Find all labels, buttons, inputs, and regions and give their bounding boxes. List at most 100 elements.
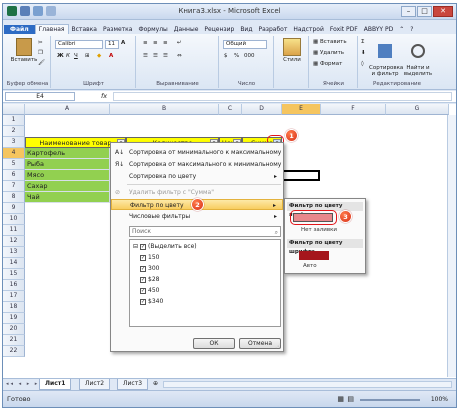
sort-descending-item[interactable]: Я↓ Сортировка от максимального к минималь…	[111, 159, 283, 170]
filter-search-input[interactable]: Поиск ⌕	[129, 226, 281, 237]
cut-icon[interactable]: ✂	[38, 40, 43, 46]
tab-home[interactable]: Главная	[34, 24, 69, 34]
name-box[interactable]: E4	[5, 92, 75, 101]
merge-cells-icon[interactable]: ⇔	[177, 53, 182, 59]
sort-by-color-item[interactable]: Сортировка по цвету ▸	[111, 171, 283, 182]
minimize-button[interactable]: –	[401, 6, 416, 17]
wrap-text-icon[interactable]: ↵	[177, 40, 182, 46]
product-cell[interactable]: Мясо	[25, 170, 110, 181]
borders-icon[interactable]: ⊞	[85, 53, 90, 59]
align-left-icon[interactable]: ☰	[143, 53, 148, 59]
underline-icon[interactable]: Ч	[74, 53, 78, 59]
format-cells-button[interactable]: ▦ Формат	[313, 61, 342, 67]
clear-icon[interactable]: ◊	[361, 61, 364, 67]
find-select-button[interactable]: Найти и выделить	[403, 38, 433, 77]
format-painter-icon[interactable]: 🖌	[38, 60, 45, 66]
tab-review[interactable]: Рецензир	[201, 25, 237, 34]
zoom-slider[interactable]	[360, 399, 420, 401]
filter-select-all[interactable]: ⊟ ✓ (Выделить все)	[133, 243, 197, 250]
row-header[interactable]: 20	[3, 324, 25, 335]
tab-addins[interactable]: Надстрой	[290, 25, 327, 34]
vertical-scrollbar[interactable]	[447, 115, 456, 377]
sort-filter-button[interactable]: Сортировка и фильтр	[369, 38, 403, 77]
view-page-layout-icon[interactable]: ▤	[347, 395, 354, 403]
tab-data[interactable]: Данные	[171, 25, 202, 34]
tab-insert[interactable]: Вставка	[69, 25, 100, 34]
row-header[interactable]: 11	[3, 225, 25, 236]
column-header[interactable]: D	[242, 104, 282, 115]
column-header[interactable]: A	[25, 104, 110, 115]
column-header[interactable]: B	[110, 104, 219, 115]
checkbox[interactable]: ✓	[140, 287, 146, 294]
row-header[interactable]: 13	[3, 247, 25, 258]
row-header[interactable]: 15	[3, 269, 25, 280]
font-name-combo[interactable]: Calibri	[55, 40, 103, 49]
fill-icon[interactable]: ⬇	[361, 50, 366, 56]
help-icon[interactable]: ?	[407, 25, 416, 34]
column-header[interactable]: G	[386, 104, 449, 115]
column-header[interactable]: F	[321, 104, 386, 115]
tab-file[interactable]: Файл	[4, 25, 35, 34]
sort-ascending-item[interactable]: A↓ Сортировка от минимального к максималь…	[111, 147, 283, 158]
no-fill-option[interactable]: Нет заливки	[301, 227, 337, 233]
ok-button[interactable]: ОК	[193, 338, 235, 349]
align-right-icon[interactable]: ☰	[163, 53, 168, 59]
row-header[interactable]: 7	[3, 181, 25, 192]
percent-icon[interactable]: %	[234, 53, 239, 59]
close-button[interactable]: ✕	[433, 6, 453, 17]
row-header[interactable]: 18	[3, 302, 25, 313]
filter-value-item[interactable]: ✓ 300	[140, 265, 159, 272]
currency-icon[interactable]: $	[224, 53, 228, 59]
product-cell[interactable]: Сахар	[25, 181, 110, 192]
row-header[interactable]: 9	[3, 203, 25, 214]
row-header[interactable]: 8	[3, 192, 25, 203]
sheet-tab-2[interactable]: Лист2	[79, 379, 111, 390]
grow-font-icon[interactable]: A	[121, 40, 125, 46]
view-normal-icon[interactable]: ▦	[337, 395, 344, 403]
row-header[interactable]: 5	[3, 159, 25, 170]
row-header[interactable]: 16	[3, 280, 25, 291]
formula-input[interactable]	[113, 92, 452, 101]
insert-cells-button[interactable]: ▦ Вставить	[313, 39, 347, 45]
paste-button[interactable]: Вставить	[9, 38, 39, 63]
checkbox[interactable]: ✓	[140, 265, 146, 272]
resize-grip-icon[interactable]: ⋰	[275, 343, 281, 350]
align-middle-icon[interactable]: ≡	[153, 40, 158, 46]
align-center-icon[interactable]: ☰	[153, 53, 158, 59]
checkbox[interactable]: ✓	[140, 276, 146, 283]
row-header[interactable]: 10	[3, 214, 25, 225]
tab-page-layout[interactable]: Разметка	[100, 25, 136, 34]
select-all-corner[interactable]	[3, 104, 25, 115]
checkbox[interactable]: ✓	[140, 243, 147, 250]
autosum-icon[interactable]: Σ	[361, 39, 364, 45]
product-cell[interactable]: Картофель	[25, 148, 110, 159]
row-header[interactable]: 2	[3, 126, 25, 137]
font-color-swatch[interactable]	[299, 251, 329, 260]
copy-icon[interactable]: ❐	[38, 50, 43, 56]
row-header[interactable]: 21	[3, 335, 25, 346]
bold-icon[interactable]: Ж	[57, 53, 64, 59]
font-size-combo[interactable]: 11	[105, 40, 119, 49]
tab-formulas[interactable]: Формулы	[135, 25, 170, 34]
align-bottom-icon[interactable]: ≡	[163, 40, 168, 46]
filter-value-item[interactable]: ✓ 150	[140, 254, 159, 261]
product-cell[interactable]: Рыба	[25, 159, 110, 170]
row-header[interactable]: 17	[3, 291, 25, 302]
italic-icon[interactable]: К	[66, 53, 70, 59]
new-sheet-icon[interactable]: ⊕	[153, 380, 158, 387]
column-header[interactable]: C	[219, 104, 242, 115]
row-header[interactable]: 6	[3, 170, 25, 181]
fill-color-icon[interactable]: ◆	[97, 53, 101, 59]
font-color-icon[interactable]: A	[109, 53, 113, 59]
horizontal-scrollbar[interactable]	[163, 381, 452, 388]
product-cell[interactable]: Чай	[25, 192, 110, 203]
row-header[interactable]: 12	[3, 236, 25, 247]
fx-icon[interactable]: fx	[101, 92, 107, 100]
auto-font-option[interactable]: Авто	[303, 263, 317, 269]
delete-cells-button[interactable]: ▦ Удалить	[313, 50, 344, 56]
tab-view[interactable]: Вид	[237, 25, 255, 34]
row-header[interactable]: 22	[3, 346, 25, 357]
comma-style-icon[interactable]: 000	[244, 53, 255, 59]
tab-abbyy[interactable]: ABBYY PD	[361, 25, 396, 34]
filter-value-item[interactable]: ✓ $340	[140, 298, 163, 305]
